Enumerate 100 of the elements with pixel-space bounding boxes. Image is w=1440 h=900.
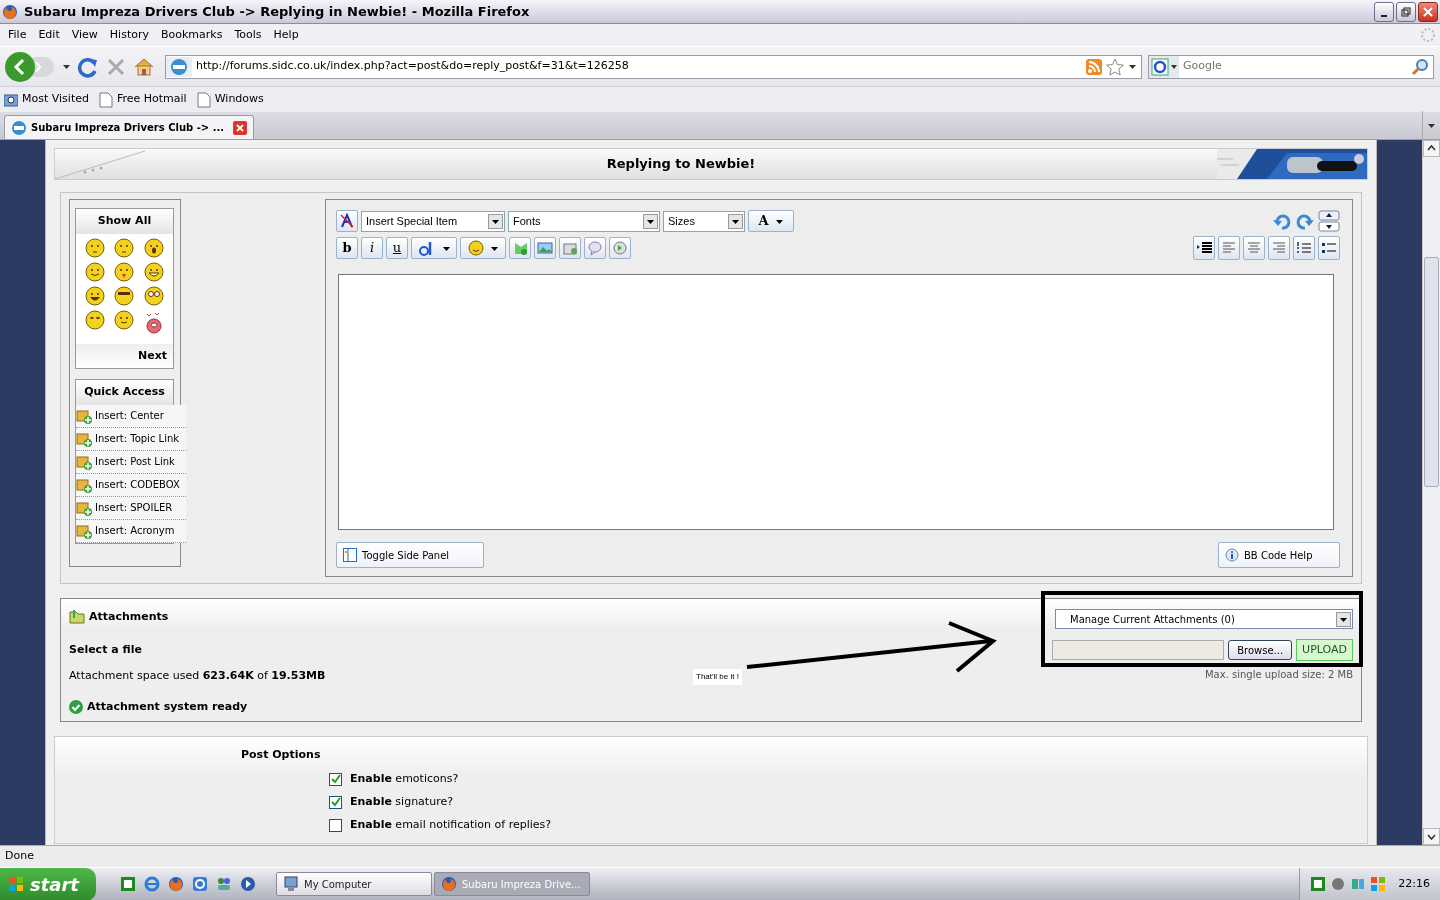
align-right-icon	[1271, 240, 1287, 256]
panel-title: Quick Access	[76, 380, 173, 405]
checkbox[interactable]	[329, 795, 342, 809]
dropdown-arrow-icon[interactable]	[62, 62, 71, 71]
smiley-icon[interactable]	[84, 285, 105, 306]
checkbox[interactable]	[329, 818, 342, 832]
menu-item[interactable]: History	[103, 26, 155, 44]
file-path-field[interactable]	[1052, 640, 1225, 660]
resize-icon[interactable]	[1318, 210, 1340, 232]
dropdown[interactable]: Fonts	[508, 210, 660, 232]
reload-icon[interactable]	[77, 55, 99, 78]
minimize-button[interactable]	[1374, 1, 1394, 22]
bullet-list-icon	[1321, 240, 1337, 256]
dropdown-arrow-icon[interactable]	[1128, 62, 1137, 71]
quick-access-item[interactable]: Insert: Topic Link	[76, 427, 186, 451]
windows-logo-icon[interactable]	[1370, 876, 1387, 892]
align-center-button[interactable]	[1243, 236, 1265, 260]
attachments-dropdown[interactable]: Manage Current Attachments (0)	[1055, 609, 1353, 629]
menu-item[interactable]: View	[65, 26, 104, 44]
checkbox[interactable]	[329, 772, 342, 786]
smiley-icon[interactable]	[144, 285, 165, 306]
firefox-icon[interactable]	[168, 876, 184, 892]
star-icon[interactable]	[1106, 57, 1124, 76]
format-button[interactable]: i	[361, 237, 383, 259]
scroll-up-icon[interactable]	[1427, 144, 1436, 153]
help-button[interactable]: BB Code Help	[1218, 542, 1340, 568]
bookmark-link[interactable]: Windows	[196, 91, 264, 108]
scrollbar[interactable]	[1422, 140, 1440, 845]
firefox-icon	[2, 3, 18, 20]
search-engine-icon	[1149, 55, 1179, 78]
app-icon[interactable]	[1310, 876, 1327, 892]
indent-button[interactable]	[1193, 236, 1215, 260]
upload-button[interactable]: UPLOAD	[1296, 639, 1353, 661]
quote-button[interactable]	[584, 237, 606, 259]
quick-access-item[interactable]: Insert: SPOILER	[76, 496, 186, 520]
app-icon[interactable]	[120, 876, 136, 892]
smiley-icon[interactable]	[114, 261, 135, 282]
menu-item[interactable]: Help	[267, 26, 305, 44]
page-heading: Replying to Newbie!	[605, 156, 757, 172]
close-button[interactable]	[1418, 1, 1438, 22]
remove-format-button[interactable]	[336, 210, 358, 232]
insert-link-button[interactable]	[509, 237, 531, 259]
menu-item[interactable]: Bookmarks	[155, 26, 229, 44]
quick-access-item[interactable]: Insert: Acronym	[76, 519, 186, 543]
bookmark-link[interactable]: Most Visited	[4, 91, 89, 108]
emoticon-button[interactable]	[460, 237, 506, 259]
close-tab-icon[interactable]	[233, 120, 247, 135]
people-icon[interactable]	[216, 876, 232, 892]
menu-item[interactable]: Tools	[228, 26, 268, 44]
smiley-icon	[467, 240, 484, 256]
smiley-icon[interactable]	[84, 237, 105, 258]
dropdown[interactable]: Insert Special Item	[361, 210, 505, 232]
checkmark-icon	[330, 774, 341, 784]
media-player-icon[interactable]	[240, 876, 256, 892]
smiley-icon[interactable]	[84, 309, 105, 330]
restore-button[interactable]	[1396, 1, 1416, 22]
dropdown[interactable]: Sizes	[663, 210, 745, 232]
code-button[interactable]	[609, 237, 631, 259]
windows-logo-icon	[8, 876, 24, 892]
checkmark-icon	[330, 797, 341, 807]
smiley-icon[interactable]	[114, 309, 135, 330]
align-right-button[interactable]	[1268, 236, 1290, 260]
smiley-icon[interactable]	[114, 285, 135, 306]
status-text: Attachment system ready	[87, 698, 248, 715]
site-logo-icon	[166, 56, 192, 77]
clock: 22:16	[1398, 875, 1430, 892]
numbered-list-button[interactable]	[1293, 236, 1315, 260]
quick-access-item[interactable]: Insert: Post Link	[76, 450, 186, 474]
format-button[interactable]: u	[386, 237, 408, 259]
smiley-icon[interactable]	[144, 261, 165, 282]
align-center-icon	[1246, 240, 1262, 256]
bookmark-link[interactable]: Free Hotmail	[98, 91, 187, 108]
bullet-list-button[interactable]	[1318, 236, 1340, 260]
menu-item[interactable]: File	[2, 26, 33, 44]
search-field[interactable]: Google	[1148, 54, 1434, 79]
minimize-icon	[1381, 14, 1387, 17]
taskbar-button[interactable]: My Computer	[276, 872, 432, 896]
toggle-panel-button[interactable]: Toggle Side Panel	[336, 542, 484, 568]
browser-tab[interactable]: Subaru Impreza Drivers Club -> ...	[4, 115, 254, 139]
attachment-folder-icon	[69, 609, 85, 626]
address-field[interactable]: http://forums.sidc.co.uk/index.php?act=post&do=reply_post&f=31&t=126258	[165, 54, 1142, 79]
quick-access-item[interactable]: Insert: CODEBOX	[76, 473, 186, 497]
computer-icon	[283, 876, 299, 892]
smiley-icon[interactable]	[84, 261, 105, 282]
browse-button[interactable]: Browse...	[1228, 640, 1293, 660]
smiley-icon[interactable]	[114, 237, 135, 258]
font-color-button[interactable]: A	[748, 210, 794, 232]
upload-limit-text: Max. single upload size: 2 MB	[1204, 668, 1353, 682]
menu-item[interactable]: Edit	[32, 26, 66, 44]
scroll-down-icon[interactable]	[1427, 832, 1436, 841]
attachment-button[interactable]	[559, 237, 581, 259]
annotation-note: That'll be it !	[693, 669, 742, 685]
browser-icon[interactable]	[144, 876, 160, 892]
smiley-icon[interactable]	[144, 237, 165, 258]
quick-access-item[interactable]: Insert: Center	[76, 404, 186, 428]
back-icon[interactable]	[4, 49, 56, 84]
format-button[interactable]: b	[336, 237, 358, 259]
image-button[interactable]	[534, 237, 556, 259]
font-effects-button[interactable]	[411, 237, 457, 259]
option-label: Enable email notification of replies?	[350, 816, 552, 833]
